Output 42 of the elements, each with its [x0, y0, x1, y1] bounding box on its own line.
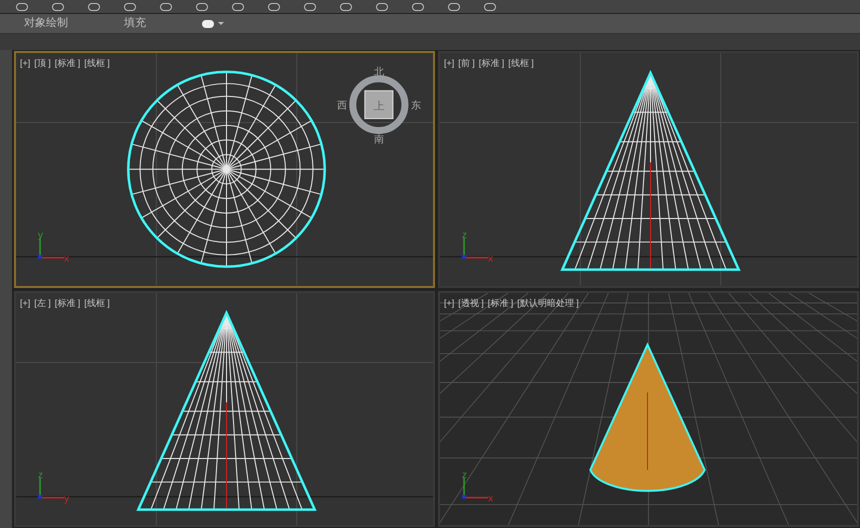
toolbar-icon[interactable]: [268, 2, 280, 10]
toolbar-icon[interactable]: [340, 2, 352, 10]
viewport-menu-label[interactable]: [前 ]: [458, 57, 475, 70]
dropdown-button[interactable]: [202, 20, 224, 28]
viewport-menu-label[interactable]: [顶 ]: [34, 57, 51, 70]
toolbar-icon[interactable]: [16, 2, 28, 10]
viewport[interactable]: z x [+] [透视 ] [标准 ] [默认明暗处理 ]: [438, 290, 859, 527]
viewport-menu-label[interactable]: [线框 ]: [84, 57, 110, 70]
toolbar-icon[interactable]: [124, 2, 136, 10]
axis-tripod: z x: [462, 469, 494, 504]
toolbar-icon[interactable]: [52, 2, 64, 10]
axis-tripod: z y: [38, 469, 70, 504]
toolbar-icon[interactable]: [304, 2, 316, 10]
toolbar-icon[interactable]: [88, 2, 100, 10]
viewcube-drawing: 北 西 上 东 南: [336, 66, 421, 146]
dropdown-icon: [202, 20, 214, 28]
viewport-menu-label[interactable]: [线框 ]: [84, 296, 110, 310]
viewport-menu-label[interactable]: [左 ]: [34, 296, 51, 310]
viewport-menu-label[interactable]: [+]: [444, 57, 454, 70]
viewport-menu-label[interactable]: [线框 ]: [508, 57, 534, 70]
viewport[interactable]: z x [+] [前 ] [标准 ] [线框 ]: [438, 51, 859, 288]
ribbon-tab[interactable]: 填充: [124, 15, 146, 32]
viewport-menu-label[interactable]: [标准 ]: [488, 296, 514, 310]
viewport-menu-label[interactable]: [+]: [444, 296, 454, 310]
viewport-menu-label[interactable]: [标准 ]: [54, 57, 80, 70]
viewport-menu-label[interactable]: [默认明暗处理 ]: [517, 296, 579, 310]
toolbar-icon[interactable]: [232, 2, 244, 10]
toolbar-icon[interactable]: [412, 2, 424, 10]
ribbon-tab[interactable]: 对象绘制: [24, 15, 68, 32]
viewport-menu-label[interactable]: [透视 ]: [458, 296, 484, 310]
axis-tripod: z x: [462, 230, 494, 265]
viewport-menu-label[interactable]: [+]: [20, 296, 30, 310]
toolbar-icon[interactable]: [160, 2, 172, 10]
viewport-menu-label[interactable]: [标准 ]: [478, 57, 504, 70]
viewport-menu-label[interactable]: [标准 ]: [54, 296, 80, 310]
toolbar-icon[interactable]: [484, 2, 496, 10]
viewport-menu-label[interactable]: [+]: [20, 57, 30, 70]
viewport[interactable]: z y [+] [左 ] [标准 ] [线框 ]: [14, 290, 435, 527]
toolbar-icon[interactable]: [376, 2, 388, 10]
caret-icon: [218, 22, 224, 25]
toolbar-icon[interactable]: [196, 2, 208, 10]
toolbar-icon[interactable]: [448, 2, 460, 10]
